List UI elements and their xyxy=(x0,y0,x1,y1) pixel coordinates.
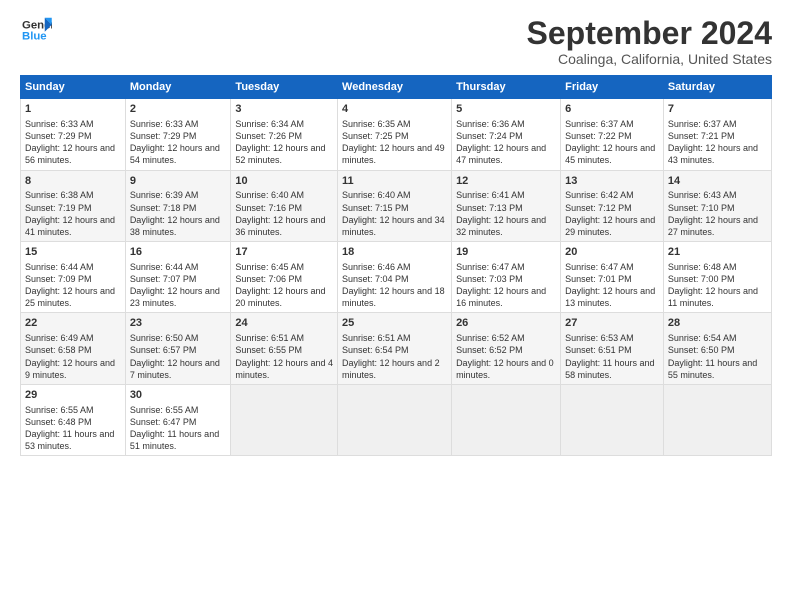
calendar-cell: 19Sunrise: 6:47 AMSunset: 7:03 PMDayligh… xyxy=(452,242,561,313)
title-block: September 2024 Coalinga, California, Uni… xyxy=(527,16,772,67)
day-number: 1 xyxy=(25,102,121,117)
calendar-cell xyxy=(231,384,338,455)
calendar-cell xyxy=(452,384,561,455)
day-number: 14 xyxy=(668,174,767,189)
col-wednesday: Wednesday xyxy=(338,76,452,99)
day-number: 16 xyxy=(130,245,227,260)
day-number: 26 xyxy=(456,316,556,331)
calendar-cell: 29Sunrise: 6:55 AMSunset: 6:48 PMDayligh… xyxy=(21,384,126,455)
day-number: 9 xyxy=(130,174,227,189)
day-number: 27 xyxy=(565,316,659,331)
table-row: 29Sunrise: 6:55 AMSunset: 6:48 PMDayligh… xyxy=(21,384,772,455)
calendar-cell: 22Sunrise: 6:49 AMSunset: 6:58 PMDayligh… xyxy=(21,313,126,384)
calendar-cell: 13Sunrise: 6:42 AMSunset: 7:12 PMDayligh… xyxy=(561,170,664,241)
calendar-cell: 3Sunrise: 6:34 AMSunset: 7:26 PMDaylight… xyxy=(231,99,338,170)
calendar-cell: 30Sunrise: 6:55 AMSunset: 6:47 PMDayligh… xyxy=(125,384,231,455)
calendar-cell xyxy=(663,384,771,455)
day-number: 2 xyxy=(130,102,227,117)
calendar-cell: 24Sunrise: 6:51 AMSunset: 6:55 PMDayligh… xyxy=(231,313,338,384)
calendar-cell: 4Sunrise: 6:35 AMSunset: 7:25 PMDaylight… xyxy=(338,99,452,170)
day-number: 23 xyxy=(130,316,227,331)
table-row: 15Sunrise: 6:44 AMSunset: 7:09 PMDayligh… xyxy=(21,242,772,313)
calendar-cell xyxy=(561,384,664,455)
calendar-cell: 1Sunrise: 6:33 AMSunset: 7:29 PMDaylight… xyxy=(21,99,126,170)
calendar-cell: 7Sunrise: 6:37 AMSunset: 7:21 PMDaylight… xyxy=(663,99,771,170)
day-number: 3 xyxy=(235,102,333,117)
col-saturday: Saturday xyxy=(663,76,771,99)
calendar-cell: 5Sunrise: 6:36 AMSunset: 7:24 PMDaylight… xyxy=(452,99,561,170)
day-number: 22 xyxy=(25,316,121,331)
calendar-cell: 2Sunrise: 6:33 AMSunset: 7:29 PMDaylight… xyxy=(125,99,231,170)
col-thursday: Thursday xyxy=(452,76,561,99)
day-number: 11 xyxy=(342,174,447,189)
col-monday: Monday xyxy=(125,76,231,99)
day-number: 17 xyxy=(235,245,333,260)
day-number: 18 xyxy=(342,245,447,260)
calendar-cell: 11Sunrise: 6:40 AMSunset: 7:15 PMDayligh… xyxy=(338,170,452,241)
day-number: 5 xyxy=(456,102,556,117)
col-tuesday: Tuesday xyxy=(231,76,338,99)
day-number: 4 xyxy=(342,102,447,117)
calendar-cell xyxy=(338,384,452,455)
header: General Blue September 2024 Coalinga, Ca… xyxy=(20,16,772,67)
svg-text:Blue: Blue xyxy=(22,31,47,43)
calendar-cell: 16Sunrise: 6:44 AMSunset: 7:07 PMDayligh… xyxy=(125,242,231,313)
main-title: September 2024 xyxy=(527,16,772,51)
calendar-cell: 15Sunrise: 6:44 AMSunset: 7:09 PMDayligh… xyxy=(21,242,126,313)
day-number: 19 xyxy=(456,245,556,260)
calendar-cell: 20Sunrise: 6:47 AMSunset: 7:01 PMDayligh… xyxy=(561,242,664,313)
table-row: 1Sunrise: 6:33 AMSunset: 7:29 PMDaylight… xyxy=(21,99,772,170)
day-number: 7 xyxy=(668,102,767,117)
table-row: 22Sunrise: 6:49 AMSunset: 6:58 PMDayligh… xyxy=(21,313,772,384)
calendar-cell: 8Sunrise: 6:38 AMSunset: 7:19 PMDaylight… xyxy=(21,170,126,241)
day-number: 24 xyxy=(235,316,333,331)
calendar-cell: 12Sunrise: 6:41 AMSunset: 7:13 PMDayligh… xyxy=(452,170,561,241)
day-number: 12 xyxy=(456,174,556,189)
day-number: 29 xyxy=(25,388,121,403)
calendar-cell: 27Sunrise: 6:53 AMSunset: 6:51 PMDayligh… xyxy=(561,313,664,384)
day-number: 13 xyxy=(565,174,659,189)
calendar-cell: 18Sunrise: 6:46 AMSunset: 7:04 PMDayligh… xyxy=(338,242,452,313)
calendar-cell: 9Sunrise: 6:39 AMSunset: 7:18 PMDaylight… xyxy=(125,170,231,241)
calendar-cell: 28Sunrise: 6:54 AMSunset: 6:50 PMDayligh… xyxy=(663,313,771,384)
calendar-cell: 10Sunrise: 6:40 AMSunset: 7:16 PMDayligh… xyxy=(231,170,338,241)
day-number: 25 xyxy=(342,316,447,331)
calendar-cell: 17Sunrise: 6:45 AMSunset: 7:06 PMDayligh… xyxy=(231,242,338,313)
calendar-cell: 14Sunrise: 6:43 AMSunset: 7:10 PMDayligh… xyxy=(663,170,771,241)
page: General Blue September 2024 Coalinga, Ca… xyxy=(0,0,792,612)
logo: General Blue xyxy=(20,16,52,44)
header-row: Sunday Monday Tuesday Wednesday Thursday… xyxy=(21,76,772,99)
calendar-table: Sunday Monday Tuesday Wednesday Thursday… xyxy=(20,75,772,456)
day-number: 28 xyxy=(668,316,767,331)
calendar-cell: 25Sunrise: 6:51 AMSunset: 6:54 PMDayligh… xyxy=(338,313,452,384)
calendar-cell: 23Sunrise: 6:50 AMSunset: 6:57 PMDayligh… xyxy=(125,313,231,384)
logo-icon: General Blue xyxy=(20,16,52,44)
calendar-cell: 26Sunrise: 6:52 AMSunset: 6:52 PMDayligh… xyxy=(452,313,561,384)
calendar-cell: 21Sunrise: 6:48 AMSunset: 7:00 PMDayligh… xyxy=(663,242,771,313)
calendar-cell: 6Sunrise: 6:37 AMSunset: 7:22 PMDaylight… xyxy=(561,99,664,170)
day-number: 30 xyxy=(130,388,227,403)
day-number: 6 xyxy=(565,102,659,117)
day-number: 10 xyxy=(235,174,333,189)
day-number: 15 xyxy=(25,245,121,260)
day-number: 20 xyxy=(565,245,659,260)
table-row: 8Sunrise: 6:38 AMSunset: 7:19 PMDaylight… xyxy=(21,170,772,241)
col-sunday: Sunday xyxy=(21,76,126,99)
day-number: 21 xyxy=(668,245,767,260)
subtitle: Coalinga, California, United States xyxy=(527,51,772,67)
day-number: 8 xyxy=(25,174,121,189)
col-friday: Friday xyxy=(561,76,664,99)
